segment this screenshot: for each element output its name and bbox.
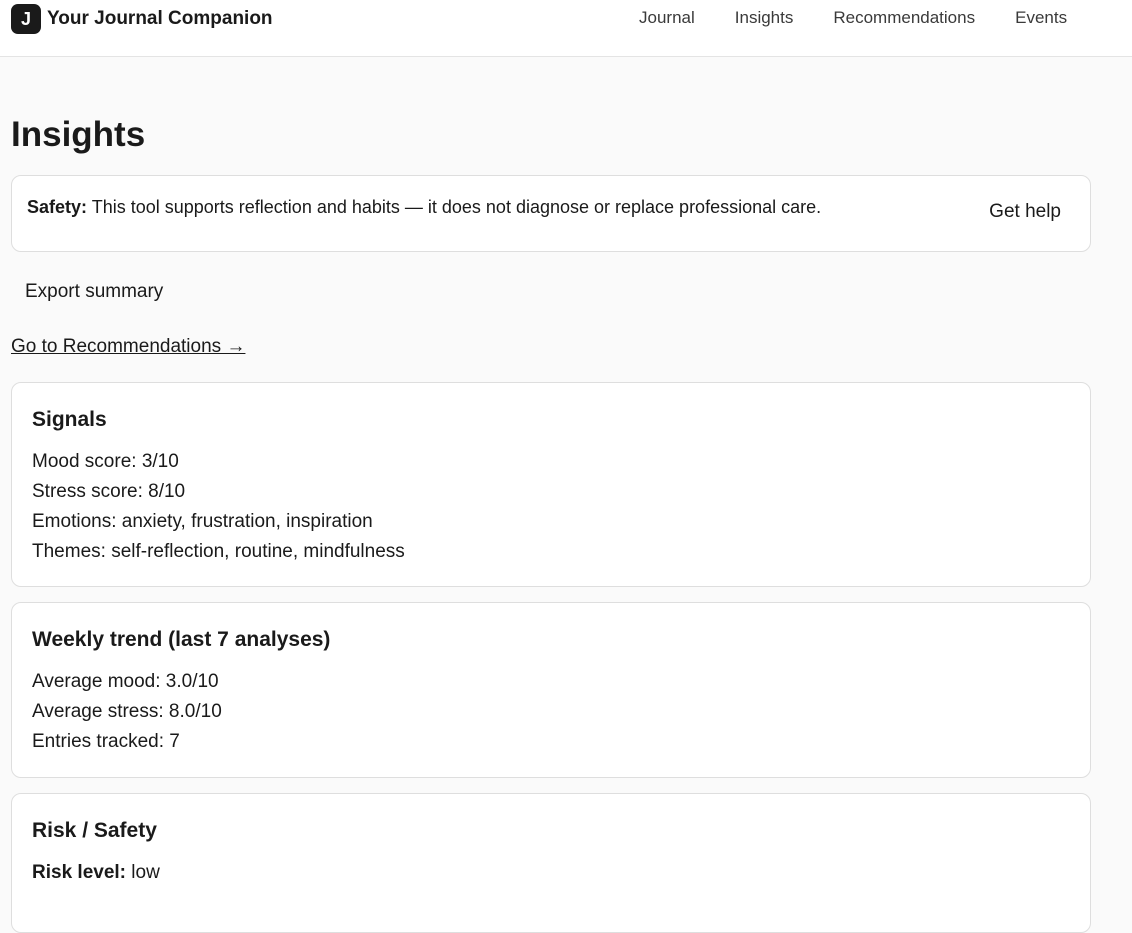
signals-list: Mood score: 3/10 Stress score: 8/10 Emot… — [32, 447, 405, 567]
nav-item-journal[interactable]: Journal — [619, 8, 715, 28]
page-title: Insights — [11, 115, 146, 154]
entries-tracked: Entries tracked: 7 — [32, 731, 180, 752]
top-navigation-bar: J Your Journal Companion Journal Insight… — [0, 0, 1132, 57]
safety-notice: Safety: This tool supports reflection an… — [11, 175, 1091, 252]
safety-text: Safety: This tool supports reflection an… — [27, 196, 821, 218]
weekly-trend-title: Weekly trend (last 7 analyses) — [32, 628, 331, 651]
nav-item-events[interactable]: Events — [995, 8, 1087, 28]
signals-card: Signals Mood score: 3/10 Stress score: 8… — [11, 382, 1091, 587]
brand[interactable]: J Your Journal Companion — [11, 4, 273, 34]
nav-item-recommendations[interactable]: Recommendations — [813, 8, 995, 28]
risk-level: Risk level: low — [32, 858, 160, 888]
emotions: Emotions: anxiety, frustration, inspirat… — [32, 511, 373, 532]
main-nav: Journal Insights Recommendations Events — [619, 8, 1087, 28]
themes: Themes: self-reflection, routine, mindfu… — [32, 541, 405, 562]
signals-title: Signals — [32, 408, 107, 431]
risk-level-label: Risk level: — [32, 862, 126, 883]
app-name: Your Journal Companion — [47, 8, 273, 29]
mood-score: Mood score: 3/10 — [32, 451, 179, 472]
export-summary-button[interactable]: Export summary — [11, 281, 177, 303]
safety-message: This tool supports reflection and habits… — [91, 197, 822, 217]
nav-item-insights[interactable]: Insights — [715, 8, 814, 28]
risk-safety-title: Risk / Safety — [32, 819, 157, 842]
risk-level-value: low — [131, 862, 160, 883]
get-help-button[interactable]: Get help — [975, 201, 1075, 223]
stress-score: Stress score: 8/10 — [32, 481, 186, 502]
weekly-trend-list: Average mood: 3.0/10 Average stress: 8.0… — [32, 667, 222, 757]
safety-label: Safety: — [27, 197, 88, 217]
average-stress: Average stress: 8.0/10 — [32, 701, 222, 722]
risk-safety-card: Risk / Safety Risk level: low — [11, 793, 1091, 933]
app-logo: J — [11, 4, 41, 34]
go-to-recommendations-link[interactable]: Go to Recommendations → — [11, 336, 245, 358]
average-mood: Average mood: 3.0/10 — [32, 671, 219, 692]
weekly-trend-card: Weekly trend (last 7 analyses) Average m… — [11, 602, 1091, 778]
